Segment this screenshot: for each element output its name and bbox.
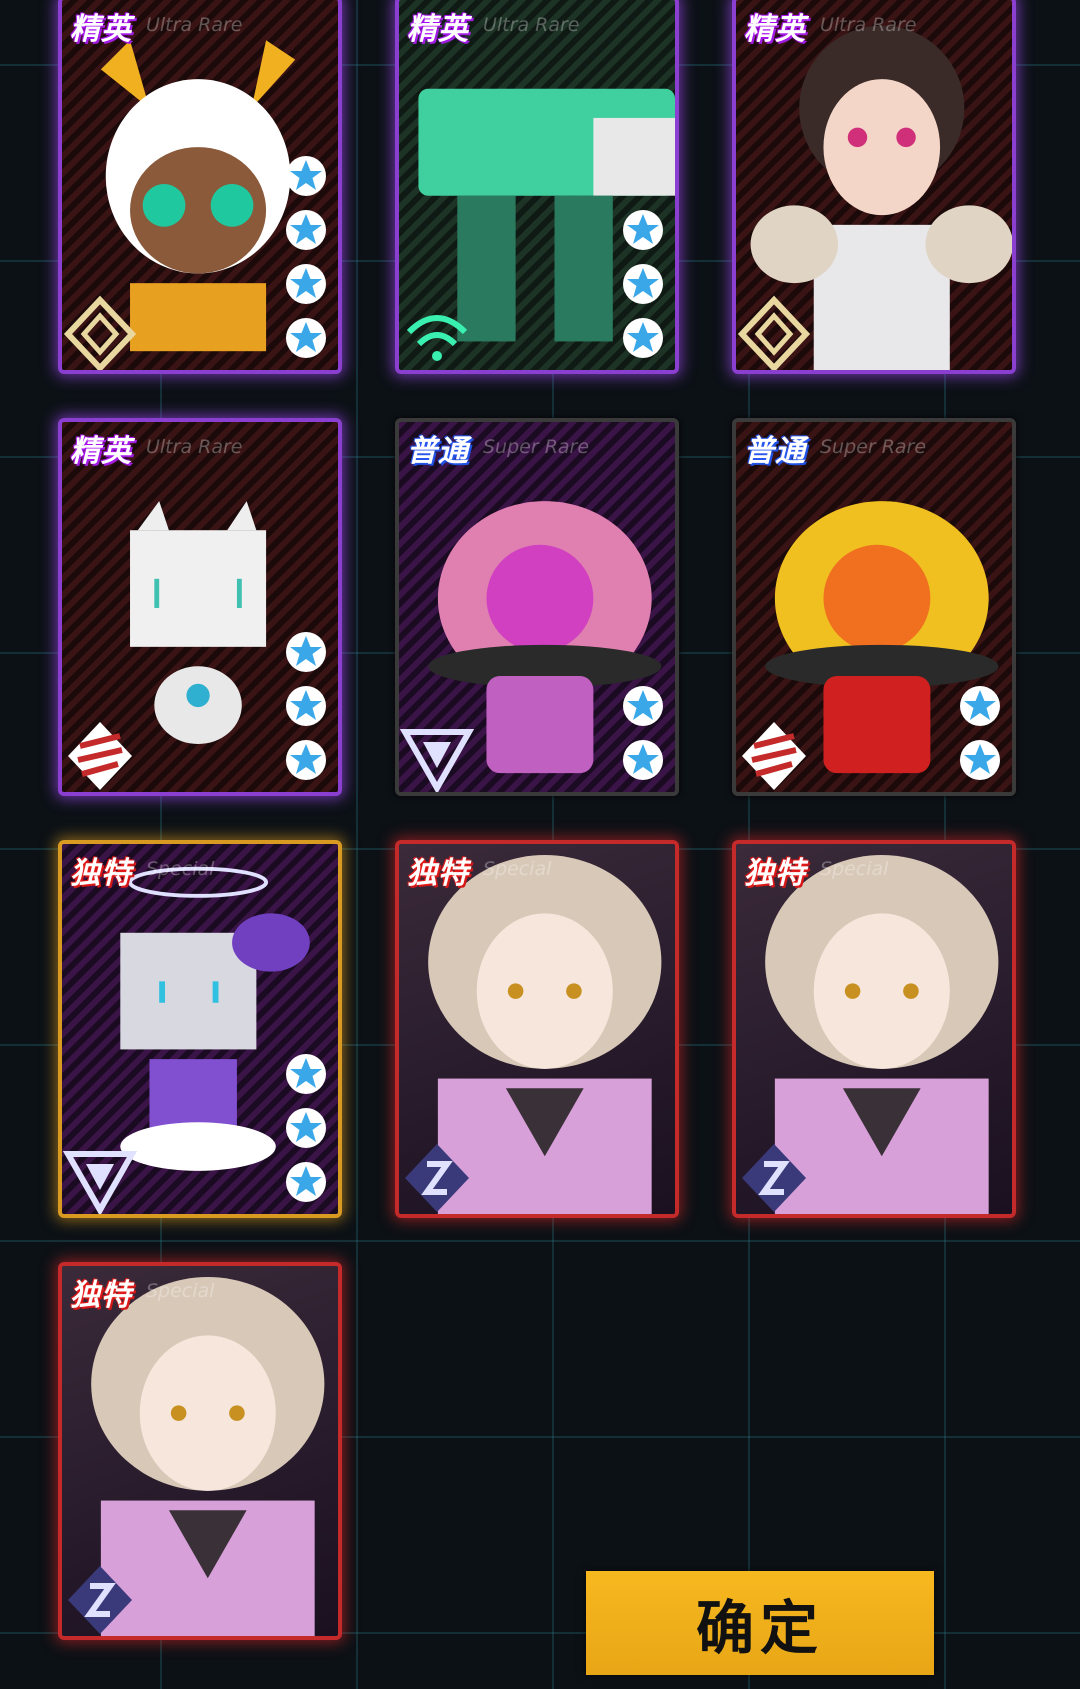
star-rating [621,684,665,786]
card-7[interactable]: 独特 Special [58,840,342,1218]
star-icon [621,738,665,786]
star-icon [621,208,665,256]
star-icon [284,1052,328,1100]
card-5[interactable]: 普通 Super Rare [395,418,679,796]
diamond-class-icon [737,295,811,370]
star-rating [284,630,328,786]
rarity-sub-label: Ultra Rare [483,14,580,36]
star-icon [621,684,665,732]
rarity-label: 精英 [744,12,806,47]
rarity-sub-label: Special [146,858,215,880]
card-1[interactable]: 精英 Ultra Rare [58,0,342,374]
rarity-sub-label: Super Rare [483,436,590,458]
star-rating [958,684,1002,786]
rarity-sub-label: Ultra Rare [146,14,243,36]
star-icon [284,1160,328,1208]
rarity-sub-label: Ultra Rare [820,14,917,36]
rune-class-icon [68,1566,132,1634]
stripes-class-icon [742,722,806,790]
star-rating [284,154,328,364]
star-rating [284,1052,328,1208]
card-2[interactable]: 精英 Ultra Rare [395,0,679,374]
star-icon [284,684,328,732]
stripes-class-icon [68,722,132,790]
rarity-label: 普通 [744,434,806,469]
rune-class-icon [742,1144,806,1212]
rarity-label: 独特 [70,1278,132,1313]
rarity-sub-label: Ultra Rare [146,436,243,458]
triangle-class-icon [62,1151,138,1214]
star-icon [958,684,1002,732]
rarity-label: 独特 [70,856,132,891]
rarity-sub-label: Special [483,858,552,880]
star-icon [958,738,1002,786]
star-icon [284,738,328,786]
card-10[interactable]: 独特 Special [58,1262,342,1640]
diamond-class-icon [63,295,137,370]
card-6[interactable]: 普通 Super Rare [732,418,1016,796]
rarity-label: 精英 [407,12,469,47]
signal-class-icon [406,315,468,361]
card-3[interactable]: 精英 Ultra Rare [732,0,1016,374]
star-icon [621,262,665,310]
rarity-sub-label: Special [146,1280,215,1302]
star-icon [284,208,328,256]
triangle-class-icon [399,729,475,792]
rarity-label: 独特 [407,856,469,891]
card-8[interactable]: 独特 Special [395,840,679,1218]
card-9[interactable]: 独特 Special [732,840,1016,1218]
rarity-sub-label: Special [820,858,889,880]
rarity-label: 精英 [70,12,132,47]
confirm-button[interactable]: 确定 [586,1571,934,1675]
star-rating [621,208,665,364]
star-icon [284,316,328,364]
rarity-label: 普通 [407,434,469,469]
rarity-label: 独特 [744,856,806,891]
star-icon [284,630,328,678]
rarity-label: 精英 [70,434,132,469]
star-icon [284,1106,328,1154]
star-icon [284,262,328,310]
star-icon [621,316,665,364]
rune-class-icon [405,1144,469,1212]
star-icon [284,154,328,202]
rarity-sub-label: Super Rare [820,436,927,458]
card-4[interactable]: 精英 Ultra Rare [58,418,342,796]
